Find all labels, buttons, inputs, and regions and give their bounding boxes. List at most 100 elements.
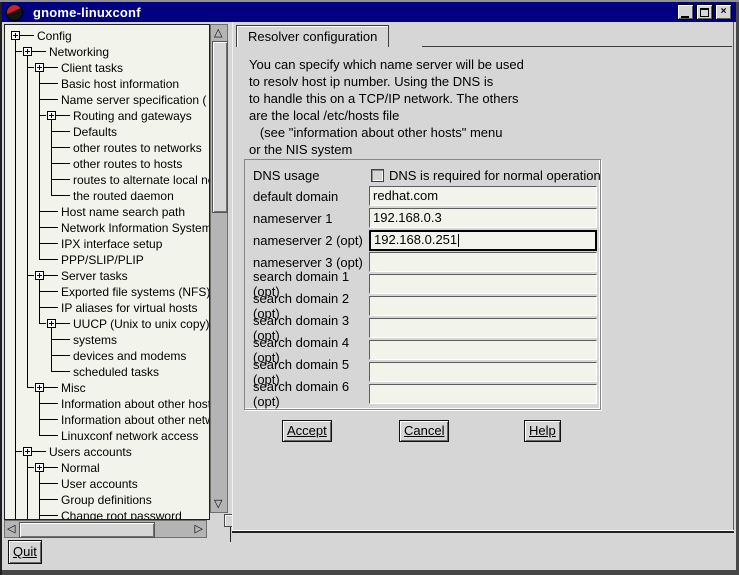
- maximize-button[interactable]: [696, 4, 713, 20]
- tree-item[interactable]: IP aliases for virtual hosts: [10, 300, 208, 316]
- entry-search-domain-5-opt[interactable]: [369, 362, 597, 382]
- tree-item[interactable]: Basic host information: [10, 76, 208, 92]
- form-rows: DNS usage DNS is required for normal oper…: [253, 165, 600, 405]
- tree-item[interactable]: Linuxconf network access: [10, 428, 208, 444]
- vertical-scrollbar-thumb[interactable]: [212, 41, 228, 213]
- tree-item[interactable]: Name server specification (: [10, 92, 208, 108]
- scroll-down-icon[interactable]: ▽: [214, 497, 222, 511]
- tree-expander-icon[interactable]: [47, 111, 56, 120]
- tree-item[interactable]: Normal: [10, 460, 208, 476]
- tree-expander-icon[interactable]: [35, 463, 44, 472]
- tree-item[interactable]: Misc: [10, 380, 208, 396]
- tree-item[interactable]: PPP/SLIP/PLIP: [10, 252, 208, 268]
- config-tree-panel: ConfigNetworkingClient tasksBasic host i…: [4, 24, 210, 520]
- panel-bottom-edge: [232, 531, 734, 533]
- tree-item-label: Networking: [49, 44, 109, 60]
- tree-expander-icon[interactable]: [23, 47, 32, 56]
- description-line: or the NIS system: [249, 141, 524, 158]
- tree-item[interactable]: other routes to networks: [10, 140, 208, 156]
- tree-item[interactable]: Host name search path: [10, 204, 208, 220]
- vertical-scrollbar[interactable]: △ ▽: [210, 24, 228, 513]
- tree-item-label: other routes to hosts: [73, 156, 182, 172]
- tree-item-label: Network Information System: [61, 220, 210, 236]
- tree-item-label: the routed daemon: [73, 188, 174, 204]
- tree-item[interactable]: Routing and gateways: [10, 108, 208, 124]
- scroll-up-icon[interactable]: △: [214, 26, 222, 40]
- titlebar[interactable]: gnome-linuxconf ×: [2, 2, 736, 22]
- tree-item-label: Basic host information: [61, 76, 179, 92]
- tree-expander-icon[interactable]: [47, 319, 56, 328]
- entry-search-domain-2-opt[interactable]: [369, 296, 597, 316]
- tree-item-label: Change root password: [61, 508, 182, 520]
- tree-item-label: Defaults: [73, 124, 117, 140]
- tree-item[interactable]: Information about other netw: [10, 412, 208, 428]
- tree-expander-icon[interactable]: [35, 271, 44, 280]
- tree-expander-icon[interactable]: [11, 31, 20, 40]
- tree-expander-icon[interactable]: [23, 447, 32, 456]
- horizontal-scrollbar[interactable]: ◁ ▷: [4, 520, 207, 538]
- form-label: nameserver 3 (opt): [253, 255, 369, 270]
- tree-item[interactable]: Defaults: [10, 124, 208, 140]
- close-button[interactable]: ×: [715, 4, 732, 20]
- entry-search-domain-6-opt[interactable]: [369, 384, 597, 404]
- tree-item[interactable]: routes to alternate local ne: [10, 172, 208, 188]
- close-icon: ×: [716, 5, 731, 19]
- cancel-button[interactable]: Cancel: [399, 420, 449, 442]
- entry-nameserver-2-opt[interactable]: 192.168.0.251: [369, 230, 597, 251]
- tree-item-label: Misc: [61, 380, 86, 396]
- tree-item[interactable]: other routes to hosts: [10, 156, 208, 172]
- dns-required-checkbox[interactable]: [371, 169, 384, 182]
- tree-item-label: Information about other netw: [61, 412, 210, 428]
- tree-item[interactable]: IPX interface setup: [10, 236, 208, 252]
- entry-nameserver-3-opt[interactable]: [369, 252, 597, 272]
- tree-item-label: Server tasks: [61, 268, 128, 284]
- entry-search-domain-1-opt[interactable]: [369, 274, 597, 294]
- entry-search-domain-3-opt[interactable]: [369, 318, 597, 338]
- accept-button[interactable]: Accept: [282, 420, 332, 442]
- form-label: DNS usage: [253, 168, 369, 183]
- entry-value: 192.168.0.3: [373, 209, 442, 227]
- tree-item[interactable]: Information about other host: [10, 396, 208, 412]
- tree-item[interactable]: the routed daemon: [10, 188, 208, 204]
- tree-item[interactable]: User accounts: [10, 476, 208, 492]
- tree-item[interactable]: systems: [10, 332, 208, 348]
- tree-item[interactable]: Server tasks: [10, 268, 208, 284]
- scroll-right-icon[interactable]: ▷: [195, 522, 203, 536]
- tree-item[interactable]: Networking: [10, 44, 208, 60]
- entry-search-domain-4-opt[interactable]: [369, 340, 597, 360]
- tree-item[interactable]: Exported file systems (NFS): [10, 284, 208, 300]
- checkbox-label: DNS is required for normal operation: [389, 168, 601, 183]
- description-line: are the local /etc/hosts file: [249, 107, 524, 124]
- pane-divider-line: [230, 527, 231, 542]
- tree-expander-icon[interactable]: [35, 383, 44, 392]
- tree-item[interactable]: UUCP (Unix to unix copy): [10, 316, 208, 332]
- tree-item-label: scheduled tasks: [73, 364, 159, 380]
- quit-button[interactable]: Quit: [8, 540, 42, 564]
- maximize-icon: [700, 8, 709, 17]
- tree-item[interactable]: Users accounts: [10, 444, 208, 460]
- tab-resolver-configuration[interactable]: Resolver configuration: [236, 25, 389, 47]
- tree-item-label: Config: [37, 28, 72, 44]
- tree-item[interactable]: Config: [10, 28, 208, 44]
- tree-expander-icon[interactable]: [35, 63, 44, 72]
- tree-item[interactable]: scheduled tasks: [10, 364, 208, 380]
- tree-item-label: PPP/SLIP/PLIP: [61, 252, 144, 268]
- entry-default-domain[interactable]: redhat.com: [369, 186, 597, 206]
- tree-item[interactable]: devices and modems: [10, 348, 208, 364]
- tree-item[interactable]: Network Information System: [10, 220, 208, 236]
- tree-item[interactable]: Group definitions: [10, 492, 208, 508]
- tree-item-label: devices and modems: [73, 348, 186, 364]
- tree-item-label: Normal: [61, 460, 100, 476]
- scroll-left-icon[interactable]: ◁: [7, 522, 15, 536]
- minimize-icon: [681, 16, 689, 18]
- form-label: nameserver 2 (opt): [253, 233, 369, 248]
- help-button[interactable]: Help: [524, 420, 561, 442]
- horizontal-scrollbar-thumb[interactable]: [19, 522, 155, 538]
- description-line: to handle this on a TCP/IP network. The …: [249, 90, 524, 107]
- entry-nameserver-1[interactable]: 192.168.0.3: [369, 208, 597, 228]
- text-cursor: [458, 234, 459, 247]
- form-row: nameserver 1192.168.0.3: [253, 207, 600, 229]
- tree-item[interactable]: Client tasks: [10, 60, 208, 76]
- tree-item[interactable]: Change root password: [10, 508, 208, 520]
- minimize-button[interactable]: [677, 4, 694, 20]
